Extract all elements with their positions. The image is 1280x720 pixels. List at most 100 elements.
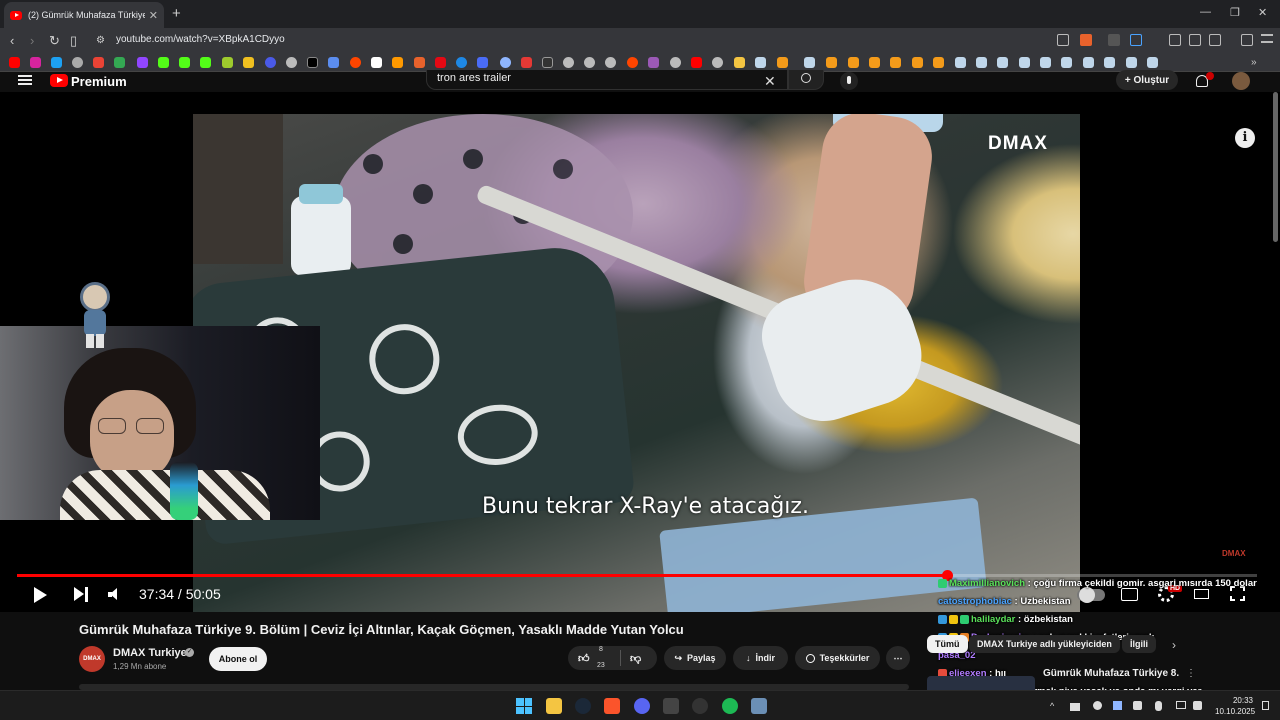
url-field[interactable]: youtube.com/watch?v=XBpkA1CDyyo (116, 34, 285, 45)
channel-name[interactable]: DMAX Turkiye (113, 647, 187, 659)
bookmark-folder-icon[interactable] (734, 57, 745, 68)
chip-uploader[interactable]: DMAX Turkiye adlı yükleyiciden (969, 635, 1120, 653)
bookmark-icon[interactable]: ▯ (70, 33, 77, 49)
file-explorer-icon[interactable] (546, 698, 562, 714)
menu-icon[interactable] (1261, 34, 1273, 43)
search-input[interactable]: tron ares trailer (426, 70, 788, 90)
bookmark-netflix-icon[interactable] (435, 57, 446, 68)
notifications-icon[interactable] (1262, 701, 1269, 710)
wallet-icon[interactable] (1209, 34, 1221, 46)
bookmark-icon[interactable] (1126, 57, 1137, 68)
next-video-icon[interactable] (74, 587, 90, 602)
tray-app-icon[interactable] (1093, 701, 1102, 710)
puzzle-icon[interactable] (1189, 34, 1201, 46)
bookmark-kick-icon[interactable] (200, 57, 211, 68)
thanks-button[interactable]: Teşekkürler (795, 646, 880, 670)
bookmark-icon[interactable] (955, 57, 966, 68)
bookmark-icon[interactable] (265, 57, 276, 68)
discord-icon[interactable] (634, 698, 650, 714)
bookmark-icon[interactable] (691, 57, 702, 68)
bookmark-gmail-icon[interactable] (93, 57, 104, 68)
chat-username[interactable]: catostrophobiac (938, 596, 1012, 607)
bookmark-twitch-icon[interactable] (137, 57, 148, 68)
bookmark-icon[interactable] (848, 57, 859, 68)
dislike-icon[interactable]: 👎︎ (630, 652, 641, 665)
bookmark-icon[interactable] (648, 57, 659, 68)
system-clock[interactable]: 20:33 10.10.2025 (1215, 695, 1255, 717)
search-icon[interactable] (788, 70, 824, 90)
volume-icon[interactable] (108, 588, 122, 601)
network-icon[interactable] (1176, 701, 1186, 709)
chip-all[interactable]: Tümü (927, 635, 968, 653)
bookmark-reddit-icon[interactable] (350, 57, 361, 68)
recommended-menu-icon[interactable]: ⋮ (1186, 668, 1196, 679)
app-icon[interactable] (751, 698, 767, 714)
account-avatar[interactable] (1232, 72, 1250, 90)
chat-username[interactable]: Maximillianovich (949, 578, 1025, 589)
more-actions-button[interactable]: ⋯ (886, 646, 910, 670)
obs-icon[interactable] (692, 698, 708, 714)
bookmark-icon[interactable] (456, 57, 467, 68)
hamburger-menu-icon[interactable] (18, 75, 32, 85)
bookmark-icon[interactable] (500, 57, 511, 68)
back-icon[interactable]: ‹ (10, 33, 14, 48)
battery-icon[interactable] (1070, 703, 1080, 711)
channel-avatar[interactable]: DMAX (79, 646, 105, 672)
speaker-icon[interactable] (1193, 701, 1202, 710)
bookmark-kick-icon[interactable] (158, 57, 169, 68)
youtube-premium-label[interactable]: Premium (71, 74, 127, 89)
bookmark-x-icon[interactable] (307, 57, 318, 68)
bookmark-icon[interactable] (890, 57, 901, 68)
bookmark-icon[interactable] (563, 57, 574, 68)
bookmark-icon[interactable] (72, 57, 83, 68)
bookmark-icon[interactable] (222, 57, 233, 68)
bookmark-icon[interactable] (1147, 57, 1158, 68)
bookmark-icon[interactable] (1040, 57, 1051, 68)
bookmark-kick-icon[interactable] (179, 57, 190, 68)
create-button[interactable]: + Oluştur (1116, 70, 1178, 90)
bookmark-icon[interactable] (869, 57, 880, 68)
download-button[interactable]: ↓ İndir (733, 646, 788, 670)
bookmark-icon[interactable] (243, 57, 254, 68)
bookmark-icon[interactable] (912, 57, 923, 68)
voice-search-icon[interactable] (840, 72, 858, 90)
bookmark-icon[interactable] (114, 57, 125, 68)
microphone-tray-icon[interactable] (1155, 701, 1162, 711)
bookmark-icon[interactable] (976, 57, 987, 68)
bookmark-icon[interactable] (414, 57, 425, 68)
bookmark-instagram-icon[interactable] (30, 57, 41, 68)
bookmark-icon[interactable] (627, 57, 638, 68)
media-icon[interactable] (1241, 34, 1253, 46)
recommended-title[interactable]: Gümrük Muhafaza Türkiye 8. (1043, 668, 1179, 679)
bookmark-icon[interactable] (777, 57, 788, 68)
channel-branding-icon[interactable]: DMAX (1222, 549, 1246, 558)
site-info-icon[interactable]: ⚙ (96, 35, 105, 46)
info-icon[interactable]: i (1235, 128, 1255, 148)
subscribe-button[interactable]: Abone ol (209, 647, 267, 671)
bookmark-icon[interactable] (826, 57, 837, 68)
bookmark-icon[interactable] (1104, 57, 1115, 68)
more-bookmarks-icon[interactable]: » (1251, 57, 1262, 68)
bookmark-amazon-icon[interactable] (392, 57, 403, 68)
bookmark-icon[interactable] (477, 57, 488, 68)
extension-icon[interactable] (1169, 34, 1181, 46)
youtube-logo-icon[interactable] (50, 74, 68, 87)
app-icon[interactable] (663, 698, 679, 714)
window-close-button[interactable]: ✕ (1258, 6, 1267, 19)
spotify-icon[interactable] (722, 698, 738, 714)
bookmark-icon[interactable] (286, 57, 297, 68)
bookmark-icon[interactable] (804, 57, 815, 68)
bookmark-icon[interactable] (755, 57, 766, 68)
video-frame[interactable] (193, 114, 1080, 612)
extension-icon[interactable] (1108, 34, 1120, 46)
chip-related[interactable]: İlgili (1122, 635, 1156, 653)
tray-overflow-icon[interactable]: ^ (1050, 701, 1054, 711)
page-scrollbar[interactable] (1273, 92, 1278, 242)
reload-icon[interactable]: ↻ (49, 33, 60, 49)
bookmark-icon[interactable] (371, 57, 382, 68)
windows-start-icon[interactable] (516, 698, 532, 714)
tab-close-button[interactable]: ✕ (149, 9, 158, 22)
minimize-button[interactable]: — (1200, 6, 1211, 18)
bookmark-icon[interactable] (51, 57, 62, 68)
bookmark-icon[interactable] (997, 57, 1008, 68)
